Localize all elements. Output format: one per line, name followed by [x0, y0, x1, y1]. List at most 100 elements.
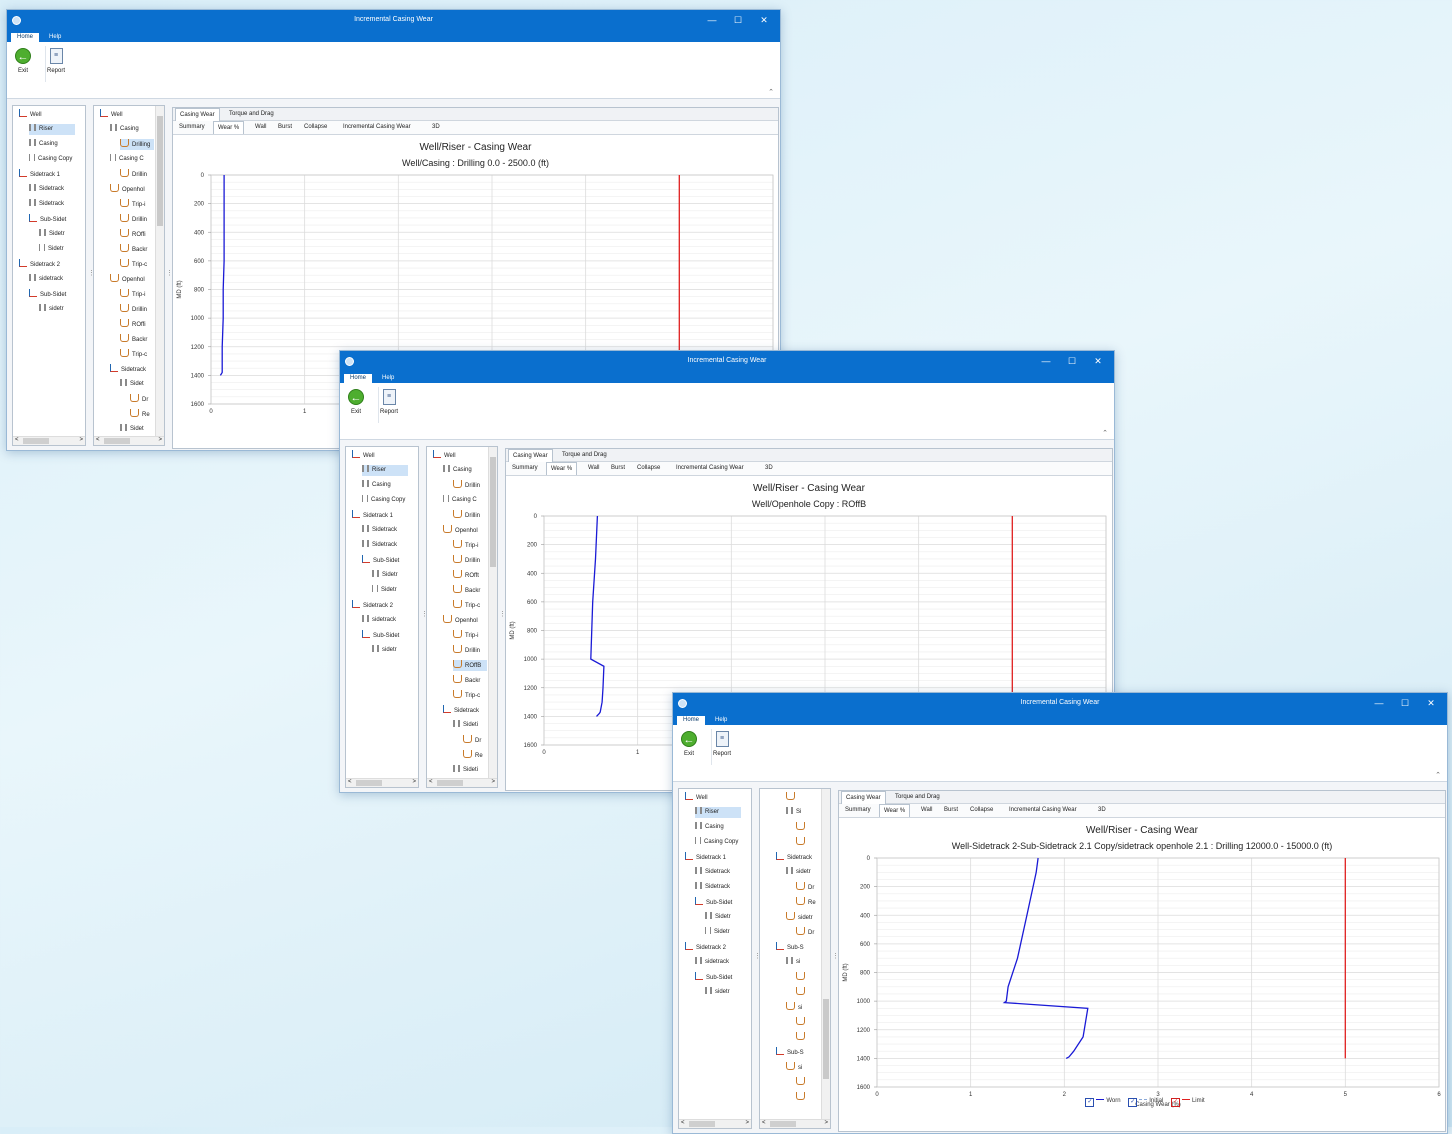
tree-item[interactable]: Backr — [453, 675, 487, 686]
panel-splitter[interactable]: ⋮ — [166, 269, 173, 277]
tree-item[interactable]: Sidetr — [372, 585, 408, 596]
tree-item[interactable]: Sideti — [453, 720, 487, 731]
subtab-wear-percent[interactable]: Wear % — [546, 462, 578, 475]
title-bar[interactable]: Incremental Casing Wear — ☐ ✕ — [673, 693, 1447, 715]
panel-splitter[interactable]: ⋮ — [499, 610, 506, 618]
tree-item[interactable]: Sidetrack 2 — [685, 942, 741, 953]
tree-item[interactable]: Openhol — [443, 615, 487, 626]
tree-item[interactable]: Sub-S — [776, 1047, 820, 1058]
tree-item[interactable]: sidetr — [786, 867, 820, 878]
tree-item[interactable]: Casing Copy — [29, 154, 75, 165]
tree-item[interactable] — [796, 1017, 820, 1028]
scroll-left-icon[interactable]: < — [762, 1120, 766, 1126]
subtab-wear-percent[interactable]: Wear % — [213, 121, 245, 134]
tree-item[interactable]: Casing — [695, 822, 741, 833]
run-tree-panel[interactable]: Sidet Re Dr Sidet Sidetrack Trip-c Backr ROffi D… — [93, 105, 165, 446]
scroll-right-icon[interactable]: > — [745, 1120, 749, 1126]
well-tree-panel[interactable]: sidetr Sub-Sidet sidetrack Sidetrack 2 Sidet… — [345, 446, 419, 788]
tree-item[interactable]: Casing Copy — [695, 837, 741, 848]
tree-item[interactable]: Sidetrack 1 — [352, 510, 408, 521]
panel-splitter[interactable]: ⋮ — [832, 952, 839, 960]
tree-item[interactable]: Drillin — [120, 304, 154, 315]
panel-splitter[interactable]: ⋮ — [88, 269, 95, 277]
tree-item[interactable]: Well — [433, 450, 487, 461]
tree-item[interactable]: Sidetr — [39, 244, 75, 255]
tree-item[interactable]: Sub-Sidet — [362, 630, 408, 641]
tree-item[interactable]: Trip-c — [453, 600, 487, 611]
tree-item[interactable]: Trip-c — [120, 349, 154, 360]
well-tree-panel[interactable]: sidetr Sub-Sidet sidetrack Sidetrack 2 Sidet… — [12, 105, 86, 446]
tree-item[interactable]: Sub-Sidet — [29, 214, 75, 225]
tree-item[interactable] — [796, 1092, 820, 1103]
subtab-collapse[interactable]: Collapse — [966, 804, 997, 816]
tab-casing-wear[interactable]: Casing Wear — [841, 791, 886, 804]
tree-item[interactable]: Casing — [443, 465, 487, 476]
tree-item[interactable]: Drillin — [120, 169, 154, 180]
tree-item[interactable]: Sidetrack 2 — [352, 600, 408, 611]
tree-item[interactable]: Sidetrack — [776, 852, 820, 863]
tree-item[interactable]: Si — [786, 807, 820, 818]
legend-checkbox-limit[interactable]: ✓ — [1170, 1098, 1180, 1107]
tree-item[interactable]: Dr — [463, 735, 487, 746]
tree-item[interactable]: Well — [19, 109, 75, 120]
subtab-collapse[interactable]: Collapse — [633, 462, 664, 474]
subtab-collapse[interactable]: Collapse — [300, 121, 331, 133]
menu-tab-home[interactable]: Home — [11, 33, 40, 42]
tree-item[interactable] — [796, 822, 820, 833]
tree-item[interactable]: Sidetrack — [110, 364, 154, 375]
menu-tab-help[interactable]: Help — [709, 716, 733, 725]
subtab-burst[interactable]: Burst — [607, 462, 629, 474]
tree-vertical-scrollbar[interactable] — [155, 106, 164, 437]
tree-item[interactable]: Re — [130, 409, 154, 420]
tree-item[interactable]: Casing C — [110, 154, 154, 165]
tab-torque-and-drag[interactable]: Torque and Drag — [891, 791, 944, 803]
tree-item[interactable]: Sidet — [120, 424, 154, 435]
menu-tab-home[interactable]: Home — [344, 374, 373, 383]
tree-item[interactable]: Drillin — [453, 510, 487, 521]
menu-tab-home[interactable]: Home — [677, 716, 706, 725]
tree-item[interactable]: Sidetrack — [362, 540, 408, 551]
tree-item[interactable]: sidetr — [39, 304, 75, 315]
tree-item[interactable]: Casing — [362, 480, 408, 491]
minimize-button[interactable]: — — [1371, 698, 1387, 708]
tree-item[interactable]: Trip-c — [453, 690, 487, 701]
tree-item[interactable]: Drillin — [120, 214, 154, 225]
tree-item[interactable]: Sidetrack 1 — [19, 169, 75, 180]
tree-item[interactable]: Backr — [120, 244, 154, 255]
tree-item[interactable]: sidetrack — [695, 957, 741, 968]
app-window-front[interactable]: Incremental Casing Wear — ☐ ✕ Home Help ← … — [672, 692, 1448, 1134]
tree-item[interactable]: Re — [796, 897, 820, 908]
tree-item[interactable] — [796, 987, 820, 998]
tree-item[interactable]: Openhol — [110, 184, 154, 195]
title-bar[interactable]: Incremental Casing Wear — ☐ ✕ — [7, 10, 780, 32]
maximize-button[interactable]: ☐ — [1064, 356, 1080, 366]
subtab-wear-percent[interactable]: Wear % — [879, 804, 911, 817]
tree-item[interactable]: sidetr — [786, 912, 820, 923]
report-button[interactable]: ≡ Report — [707, 731, 737, 757]
tree-item[interactable]: Sidet — [120, 379, 154, 390]
subtab-burst[interactable]: Burst — [274, 121, 296, 133]
tree-item[interactable]: Drillin — [453, 645, 487, 656]
tree-item[interactable]: Sidetrack 2 — [19, 259, 75, 270]
tree-item[interactable]: Drilling — [120, 139, 154, 150]
scroll-left-icon[interactable]: < — [15, 437, 19, 443]
tree-item[interactable]: Sidetr — [372, 570, 408, 581]
tree-item[interactable]: Drillin — [453, 480, 487, 491]
scroll-right-icon[interactable]: > — [79, 437, 83, 443]
subtab-3d[interactable]: 3D — [761, 462, 777, 474]
scroll-right-icon[interactable]: > — [491, 779, 495, 785]
tree-item[interactable]: Trip-i — [453, 630, 487, 641]
tree-item[interactable] — [796, 837, 820, 848]
minimize-button[interactable]: — — [1038, 356, 1054, 366]
subtab-wall[interactable]: Wall — [251, 121, 270, 133]
tree-item[interactable]: si — [786, 957, 820, 968]
scroll-left-icon[interactable]: < — [681, 1120, 685, 1126]
tree-vertical-scrollbar[interactable] — [488, 447, 497, 779]
scroll-right-icon[interactable]: > — [412, 779, 416, 785]
menu-tab-help[interactable]: Help — [43, 33, 67, 42]
subtab-summary[interactable]: Summary — [508, 462, 542, 474]
legend-checkbox-worn[interactable]: ✓ — [1085, 1098, 1095, 1107]
tree-item[interactable]: Trip-i — [120, 289, 154, 300]
tree-item[interactable]: Backr — [453, 585, 487, 596]
tree-vertical-scrollbar[interactable] — [821, 789, 830, 1120]
